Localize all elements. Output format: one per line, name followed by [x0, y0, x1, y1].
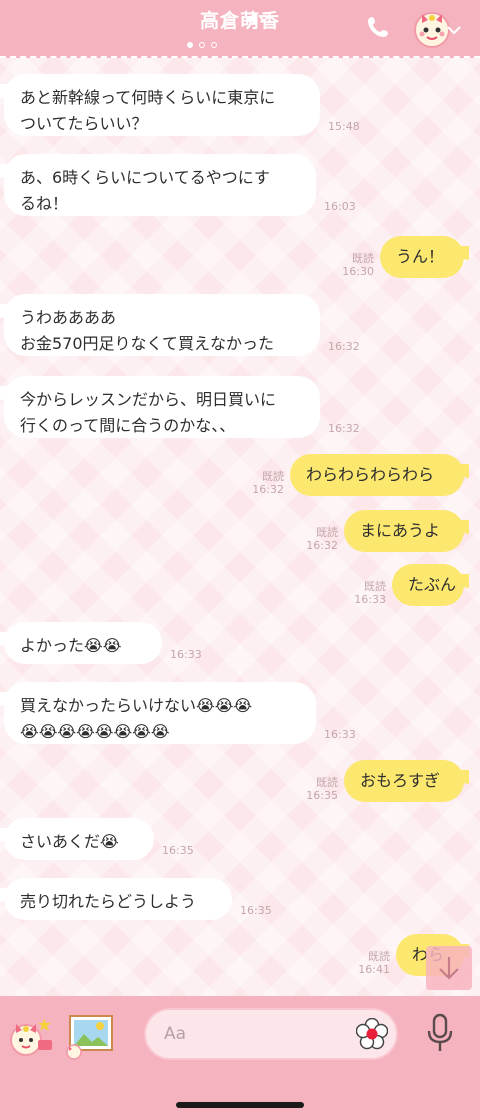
- message-meta: 15:48: [328, 120, 360, 133]
- message-time: 16:32: [328, 422, 360, 435]
- incoming-message-bubble[interactable]: よかった😭😭: [0, 622, 162, 664]
- message-meta: 既読 16:32: [252, 470, 284, 496]
- chat-title[interactable]: 高倉萌香: [0, 6, 480, 33]
- message-time: 16:33: [170, 648, 202, 661]
- message-time: 16:32: [252, 483, 284, 496]
- page-indicator: [187, 42, 217, 48]
- home-indicator: [176, 1102, 304, 1108]
- message-input-placeholder: Aa: [164, 1024, 187, 1044]
- read-receipt: 既読: [364, 580, 386, 593]
- outgoing-message-bubble[interactable]: たぶん: [392, 564, 469, 606]
- outgoing-message-bubble[interactable]: わらわらわらわら: [290, 454, 469, 496]
- message-time: 16:35: [162, 844, 194, 857]
- message-time: 16:32: [328, 340, 360, 353]
- message-time: 16:33: [324, 728, 356, 741]
- mute-icon: [248, 12, 266, 26]
- message-time: 16:41: [358, 963, 390, 976]
- outgoing-message-bubble[interactable]: まにあうよ: [344, 510, 469, 552]
- message-time: 16:32: [306, 539, 338, 552]
- chevron-down-icon[interactable]: [446, 24, 462, 36]
- read-receipt: 既読: [352, 252, 374, 265]
- incoming-message-bubble[interactable]: 今からレッスンだから、明日買いに 行くのって間に合うのかな、、: [0, 376, 320, 438]
- message-meta: 16:33: [324, 728, 356, 741]
- read-receipt: 既読: [368, 950, 390, 963]
- microphone-icon[interactable]: [424, 1012, 456, 1054]
- read-receipt: 既読: [262, 470, 284, 483]
- message-meta: 既読 16:33: [354, 580, 386, 606]
- scroll-to-bottom-button[interactable]: [426, 946, 472, 990]
- message-meta: 既読 16:30: [342, 252, 374, 278]
- incoming-message-bubble[interactable]: さいあくだ😭: [0, 818, 154, 860]
- page-dot: [199, 42, 205, 48]
- sticker-button-icon[interactable]: [4, 1010, 56, 1062]
- read-receipt: 既読: [316, 526, 338, 539]
- message-meta: 既読 16:41: [358, 950, 390, 976]
- message-meta: 既読 16:32: [306, 526, 338, 552]
- arrow-down-icon: [439, 957, 459, 980]
- page-dot-active: [187, 42, 193, 48]
- message-meta: 16:03: [324, 200, 356, 213]
- photo-button-icon[interactable]: [64, 1012, 116, 1060]
- message-time: 16:33: [354, 593, 386, 606]
- outgoing-message-bubble[interactable]: おもろすぎ: [344, 760, 469, 802]
- message-meta: 16:32: [328, 422, 360, 435]
- incoming-message-bubble[interactable]: 売り切れたらどうしよう: [0, 878, 232, 920]
- message-meta: 16:33: [170, 648, 202, 661]
- read-receipt: 既読: [316, 776, 338, 789]
- page-dot: [211, 42, 217, 48]
- message-time: 16:30: [342, 265, 374, 278]
- emoji-flower-icon[interactable]: [356, 1018, 388, 1050]
- message-meta: 既読 16:35: [306, 776, 338, 802]
- message-time: 16:03: [324, 200, 356, 213]
- incoming-message-bubble[interactable]: うわああああ お金570円足りなくて買えなかった: [0, 294, 320, 356]
- chat-header: 高倉萌香: [0, 0, 480, 58]
- message-time: 16:35: [306, 789, 338, 802]
- message-time: 16:35: [240, 904, 272, 917]
- phone-icon[interactable]: [366, 14, 392, 40]
- message-meta: 16:35: [162, 844, 194, 857]
- incoming-message-bubble[interactable]: あ、6時くらいについてるやつにす るね！: [0, 154, 316, 216]
- message-time: 15:48: [328, 120, 360, 133]
- message-meta: 16:35: [240, 904, 272, 917]
- message-meta: 16:32: [328, 340, 360, 353]
- outgoing-message-bubble[interactable]: うん！: [380, 236, 469, 278]
- incoming-message-bubble[interactable]: あと新幹線って何時くらいに東京に ついてたらいい？: [0, 74, 320, 136]
- incoming-message-bubble[interactable]: 買えなかったらいけない😭😭😭 😭😭😭😭😭😭😭😭: [0, 682, 316, 744]
